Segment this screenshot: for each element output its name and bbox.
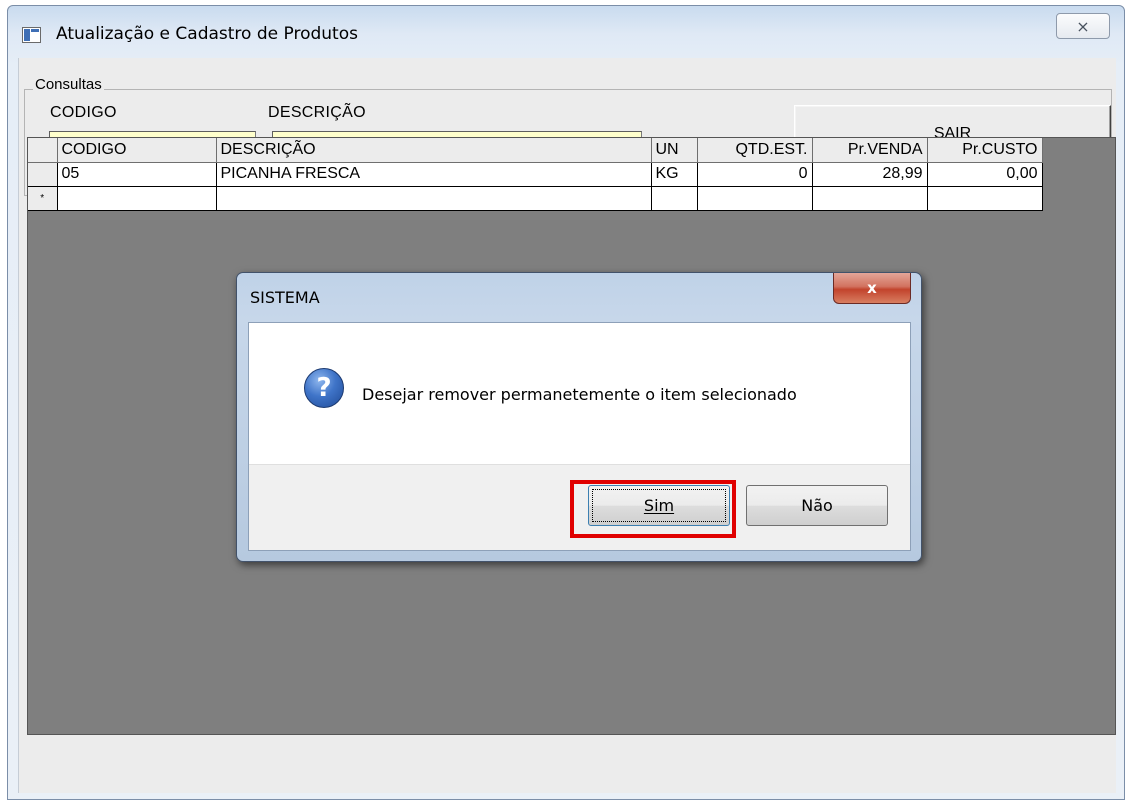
new-cell-codigo[interactable]: [57, 186, 217, 211]
column-header-codigo[interactable]: CODIGO: [57, 138, 217, 163]
column-header-pr-custo[interactable]: Pr.CUSTO: [927, 138, 1043, 163]
new-cell-qtd-est[interactable]: [697, 186, 813, 211]
table-row[interactable]: 05 PICANHA FRESCA KG 0 28,99 0,00: [28, 162, 1043, 187]
new-row-marker: *: [28, 186, 58, 211]
dialog-message: Desejar remover permanetemente o item se…: [362, 385, 797, 404]
window-close-button[interactable]: ⨯: [1056, 13, 1110, 39]
confirm-dialog: SISTEMA x ? Desejar remover permanetemen…: [236, 272, 922, 562]
app-icon: [22, 27, 41, 43]
nao-button[interactable]: Não: [746, 485, 888, 526]
sim-button[interactable]: Sim: [588, 485, 730, 526]
column-header-descricao[interactable]: DESCRIÇÃO: [216, 138, 652, 163]
nao-button-label: Não: [801, 496, 833, 515]
new-cell-pr-venda[interactable]: [812, 186, 928, 211]
table-header-row: CODIGO DESCRIÇÃO UN QTD.EST. Pr.VENDA Pr…: [28, 138, 1043, 163]
new-cell-descricao[interactable]: [216, 186, 652, 211]
close-icon: ⨯: [1076, 16, 1090, 36]
cell-qtd-est[interactable]: 0: [697, 162, 813, 187]
question-icon: ?: [304, 368, 344, 408]
codigo-label: CODIGO: [50, 104, 117, 121]
dialog-body: ? Desejar remover permanetemente o item …: [248, 322, 911, 551]
dialog-close-icon: x: [867, 279, 877, 297]
new-cell-pr-custo[interactable]: [927, 186, 1043, 211]
cell-codigo[interactable]: 05: [57, 162, 217, 187]
row-selector[interactable]: [28, 162, 58, 187]
consultas-label: Consultas: [33, 76, 104, 93]
cell-pr-custo[interactable]: 0,00: [927, 162, 1043, 187]
dialog-button-bar: Sim Não: [249, 464, 910, 550]
products-table: CODIGO DESCRIÇÃO UN QTD.EST. Pr.VENDA Pr…: [28, 138, 1043, 211]
focus-rectangle: [592, 489, 726, 522]
column-header-un[interactable]: UN: [651, 138, 698, 163]
new-cell-un[interactable]: [651, 186, 698, 211]
window-title: Atualização e Cadastro de Produtos: [56, 24, 358, 44]
dialog-title: SISTEMA: [250, 288, 320, 307]
cell-un[interactable]: KG: [651, 162, 698, 187]
dialog-close-button[interactable]: x: [833, 273, 911, 304]
new-row[interactable]: *: [28, 186, 1043, 211]
cell-descricao[interactable]: PICANHA FRESCA: [216, 162, 652, 187]
question-mark-glyph: ?: [316, 373, 332, 403]
cell-pr-venda[interactable]: 28,99: [812, 162, 928, 187]
column-header-pr-venda[interactable]: Pr.VENDA: [812, 138, 928, 163]
window-titlebar[interactable]: Atualização e Cadastro de Produtos ⨯: [8, 6, 1124, 58]
column-header-qtd-est[interactable]: QTD.EST.: [697, 138, 813, 163]
row-selector-header[interactable]: [28, 138, 58, 163]
descricao-label: DESCRIÇÃO: [268, 104, 366, 121]
